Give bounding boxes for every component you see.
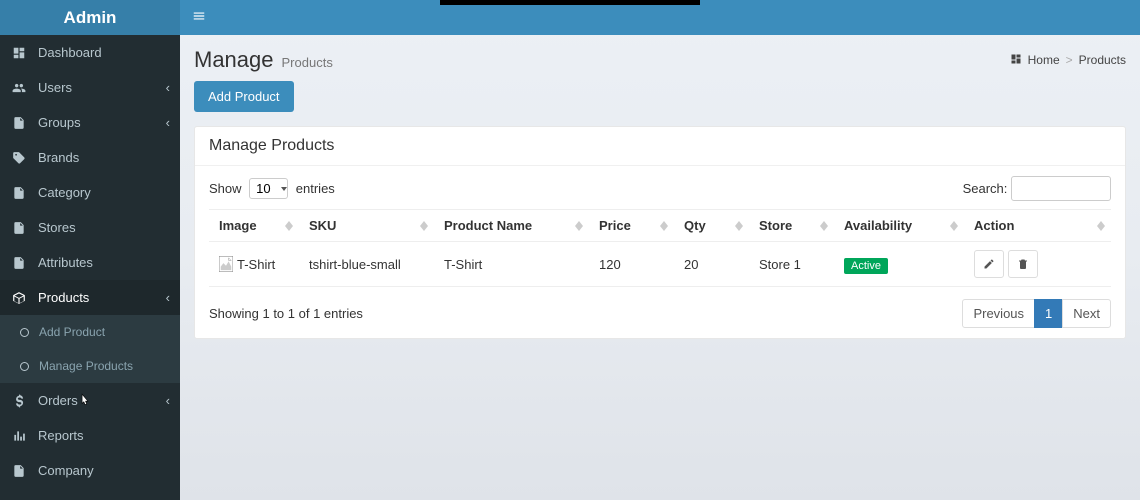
image-alt-text: T-Shirt	[237, 257, 275, 272]
pager-next[interactable]: Next	[1062, 299, 1111, 328]
sidebar-item-label: Category	[38, 185, 91, 200]
panel-title: Manage Products	[195, 127, 1125, 166]
show-entries-control: Show 10 entries	[209, 178, 335, 199]
breadcrumb: Home > Products	[1010, 53, 1126, 68]
sidebar-item-label: Dashboard	[38, 45, 102, 60]
broken-image-icon	[219, 256, 233, 272]
cell-store: Store 1	[749, 242, 834, 287]
hamburger-icon[interactable]	[192, 9, 206, 26]
sidebar-item-label: Products	[38, 290, 89, 305]
files-icon	[12, 221, 32, 235]
files-icon	[12, 256, 32, 270]
cube-icon	[12, 291, 32, 305]
sidebar-subitem-label: Add Product	[39, 325, 105, 339]
sidebar-item-reports[interactable]: Reports	[0, 418, 180, 453]
sidebar-subitem-manage-products[interactable]: Manage Products	[0, 349, 180, 383]
chart-icon	[12, 429, 32, 443]
cell-product-name: T-Shirt	[434, 242, 589, 287]
pager-prev[interactable]: Previous	[962, 299, 1035, 328]
dashboard-icon	[1010, 53, 1022, 68]
cell-price: 120	[589, 242, 674, 287]
sidebar-item-label: Groups	[38, 115, 81, 130]
search-label: Search:	[963, 181, 1008, 196]
sort-icon	[735, 221, 743, 231]
th-product-name[interactable]: Product Name	[434, 210, 589, 242]
search-control: Search:	[963, 176, 1111, 201]
sidebar-item-attributes[interactable]: Attributes	[0, 245, 180, 280]
sort-icon	[420, 221, 428, 231]
sidebar-item-dashboard[interactable]: Dashboard	[0, 35, 180, 70]
status-badge: Active	[844, 258, 888, 274]
sort-icon	[820, 221, 828, 231]
pager-page-1[interactable]: 1	[1034, 299, 1063, 328]
circle-icon	[20, 328, 29, 337]
files-icon	[12, 116, 32, 130]
delete-button[interactable]	[1008, 250, 1038, 278]
users-icon	[12, 81, 32, 95]
page-subtitle: Products	[282, 55, 333, 70]
sidebar-sub-products: Add Product Manage Products	[0, 315, 180, 383]
files-icon	[12, 186, 32, 200]
sidebar-item-label: Attributes	[38, 255, 93, 270]
dashboard-icon	[12, 46, 32, 60]
th-price[interactable]: Price	[589, 210, 674, 242]
breadcrumb-current: Products	[1079, 53, 1126, 67]
show-entries-select[interactable]: 10	[249, 178, 288, 199]
add-product-button[interactable]: Add Product	[194, 81, 294, 112]
cell-qty: 20	[674, 242, 749, 287]
sidebar-subitem-add-product[interactable]: Add Product	[0, 315, 180, 349]
page-title: Manage	[194, 47, 274, 73]
edit-button[interactable]	[974, 250, 1004, 278]
brand-logo[interactable]: Admin	[0, 0, 180, 35]
sidebar-item-label: Company	[38, 463, 94, 478]
th-qty[interactable]: Qty	[674, 210, 749, 242]
sidebar-item-label: Brands	[38, 150, 79, 165]
sidebar-item-groups[interactable]: Groups	[0, 105, 180, 140]
sort-icon	[950, 221, 958, 231]
th-image[interactable]: Image	[209, 210, 299, 242]
th-availability[interactable]: Availability	[834, 210, 964, 242]
circle-icon	[20, 362, 29, 371]
pagination: Previous 1 Next	[963, 299, 1111, 328]
top-dark-bar	[440, 0, 700, 5]
table-info: Showing 1 to 1 of 1 entries	[209, 306, 363, 321]
dollar-icon	[12, 394, 32, 408]
sidebar-item-orders[interactable]: Orders	[0, 383, 180, 418]
breadcrumb-home[interactable]: Home	[1028, 53, 1060, 67]
sort-icon	[575, 221, 583, 231]
show-prefix-text: Show	[209, 181, 242, 196]
sidebar-item-products[interactable]: Products	[0, 280, 180, 315]
products-table: Image SKU Product Name Price Qty Store A…	[209, 209, 1111, 287]
sort-icon	[285, 221, 293, 231]
sidebar-item-label: Reports	[38, 428, 84, 443]
sort-icon	[1097, 221, 1105, 231]
sidebar-item-profile[interactable]: Profile	[0, 488, 180, 500]
files-icon	[12, 464, 32, 478]
th-action[interactable]: Action	[964, 210, 1111, 242]
sidebar-item-company[interactable]: Company	[0, 453, 180, 488]
sidebar-item-stores[interactable]: Stores	[0, 210, 180, 245]
sidebar-item-label: Stores	[38, 220, 76, 235]
search-input[interactable]	[1011, 176, 1111, 201]
sidebar-item-brands[interactable]: Brands	[0, 140, 180, 175]
sidebar-item-label: Users	[38, 80, 72, 95]
sidebar-item-users[interactable]: Users	[0, 70, 180, 105]
sidebar: Dashboard Users Groups Brands Category S…	[0, 35, 180, 500]
products-panel: Manage Products Show 10 entries Search:	[194, 126, 1126, 339]
cell-sku: tshirt-blue-small	[299, 242, 434, 287]
sort-icon	[660, 221, 668, 231]
breadcrumb-sep: >	[1066, 53, 1073, 67]
main-content: Manage Products Home > Products Add Prod…	[180, 35, 1140, 500]
sidebar-subitem-label: Manage Products	[39, 359, 133, 373]
show-suffix-text: entries	[296, 181, 335, 196]
tag-icon	[12, 151, 32, 165]
image-cell: T-Shirt	[219, 256, 289, 272]
table-row: T-Shirt tshirt-blue-small T-Shirt 120 20…	[209, 242, 1111, 287]
th-sku[interactable]: SKU	[299, 210, 434, 242]
sidebar-item-category[interactable]: Category	[0, 175, 180, 210]
th-store[interactable]: Store	[749, 210, 834, 242]
cursor-icon	[78, 391, 92, 409]
sidebar-item-label: Orders	[38, 393, 78, 408]
